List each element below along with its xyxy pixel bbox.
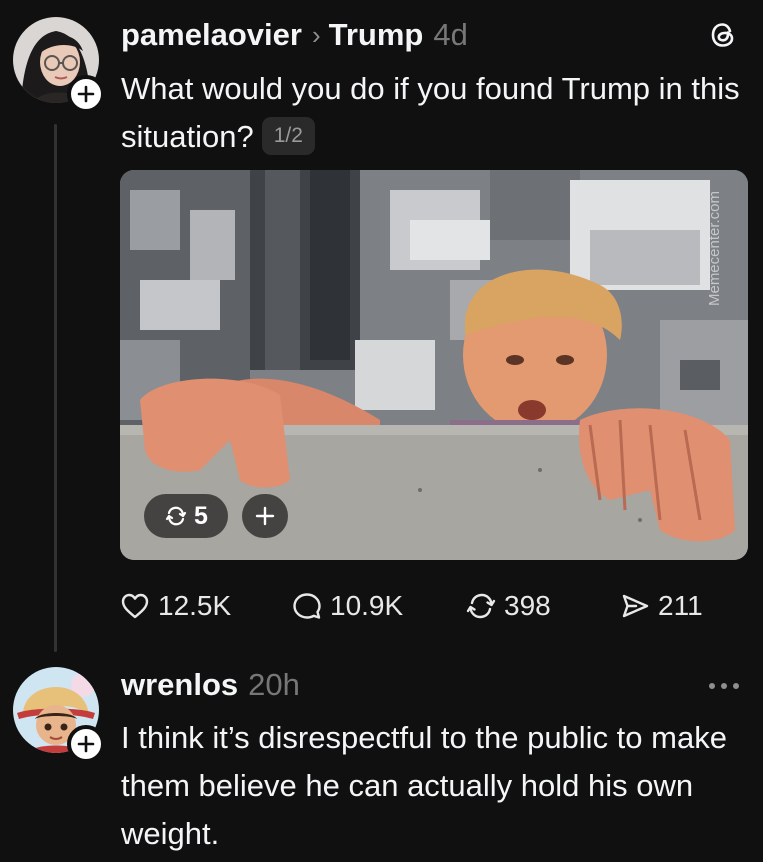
topic-tag[interactable]: Trump [329,17,424,53]
share-count: 211 [658,590,703,621]
comment-button[interactable]: 10.9K [292,586,403,626]
post-text: What would you do if you found Trump in … [121,65,741,161]
more-dots-icon[interactable] [707,680,741,692]
follow-author-button[interactable] [67,75,105,113]
reply-header: wrenlos 20h [121,664,300,706]
thread-connector-line [54,124,57,652]
post-header: pamelaovier › Trump 4d [121,14,468,56]
reply-username[interactable]: wrenlos [121,667,238,703]
add-media-button[interactable] [242,494,288,538]
post-media-image[interactable]: Memecenter.com 5 [120,170,748,560]
reply-count: 10.9K [330,590,404,621]
repost-icon [466,593,496,619]
post-body: What would you do if you found Trump in … [121,71,740,154]
plus-icon [77,735,95,753]
post-time: 4d [433,17,468,52]
plus-icon [255,506,275,526]
repost-count: 398 [504,590,551,621]
post-actions: 12.5K 10.9K 398 211 [120,586,720,626]
remix-button[interactable]: 5 [144,494,228,538]
send-icon [622,594,649,618]
threads-logo-icon[interactable] [706,18,740,52]
remix-count: 5 [194,501,208,530]
media-watermark: Memecenter.com [705,190,723,307]
like-count: 12.5K [158,590,232,621]
media-counter: 1/2 [261,116,315,155]
plus-icon [77,85,95,103]
reply-time: 20h [248,667,300,702]
share-button[interactable]: 211 [620,586,703,626]
heart-icon [121,593,149,619]
author-username[interactable]: pamelaovier [121,17,302,53]
remix-icon [165,506,187,526]
reply-text: I think it’s disrespectful to the public… [121,720,727,851]
like-button[interactable]: 12.5K [120,586,231,626]
follow-reply-author-button[interactable] [67,725,105,763]
repost-button[interactable]: 398 [466,586,551,626]
comment-bubble-icon [293,593,321,619]
chevron-right-icon: › [311,19,321,50]
